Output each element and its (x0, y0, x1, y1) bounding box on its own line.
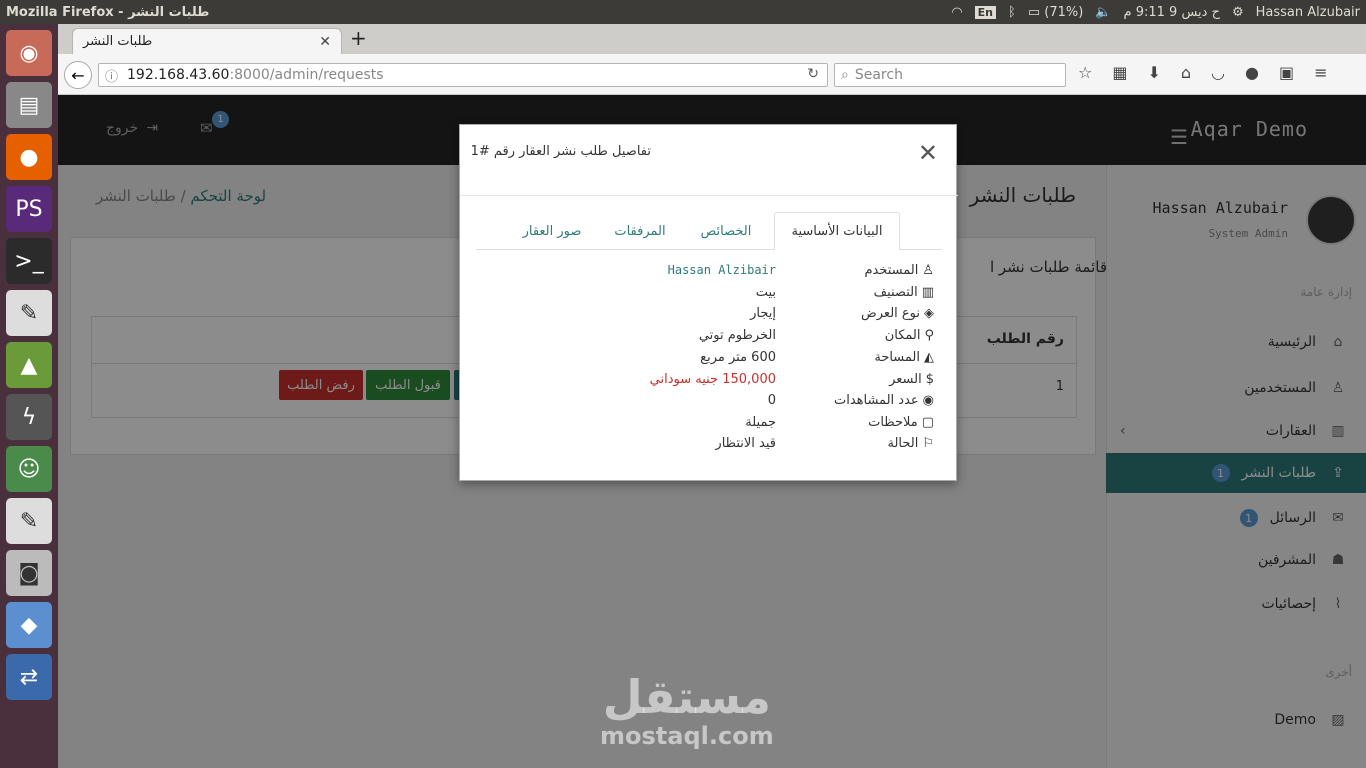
detail-row-offer-type: ◈ نوع العرض إيجار (476, 306, 934, 326)
window-title: Mozilla Firefox - طلبات النشر (6, 4, 210, 20)
new-tab-icon[interactable]: + (350, 26, 367, 50)
detail-label: ♙ المستخدم (864, 263, 934, 278)
detail-label: ◉ عدد المشاهدات (833, 393, 934, 408)
tab-features[interactable]: الخصائص (684, 212, 768, 250)
detail-value-notes: جميلة (745, 415, 776, 430)
clock[interactable]: ح ديس 9 9:11 م (1124, 5, 1220, 20)
url-path: :8000/admin/requests (229, 67, 384, 83)
note-icon: ▢ (921, 415, 934, 430)
volume-icon[interactable]: 🔈 (1095, 5, 1111, 20)
search-icon: ⌕ (841, 67, 849, 83)
android-studio-icon[interactable]: ▲ (6, 342, 52, 388)
keyboard-layout-indicator[interactable]: En (974, 5, 997, 19)
ubuntu-dash-icon[interactable]: ◉ (6, 30, 52, 76)
extension-icon[interactable]: ● (1245, 63, 1259, 82)
tab-title: طلبات النشر (83, 34, 153, 49)
detail-value-area: 600 متر مربع (700, 350, 776, 365)
detail-label: $ السعر (889, 372, 934, 387)
download-icon[interactable]: ⬇ (1147, 63, 1160, 82)
modal-tabs: البيانات الأساسية الخصائص المرفقات صور ا… (476, 212, 942, 250)
remote-desktop-icon[interactable]: ⇄ (6, 654, 52, 700)
reading-list-icon[interactable]: ▦ (1112, 63, 1127, 82)
url-host: 192.168.43.60 (127, 67, 230, 83)
detail-row-views: ◉ عدد المشاهدات 0 (476, 393, 934, 413)
watermark-arabic: مستقل (602, 670, 771, 724)
detail-value-user[interactable]: Hassan Alzibair (668, 263, 776, 277)
os-top-bar: Mozilla Firefox - طلبات النشر ◠ En ᛒ ▭ (… (0, 0, 1366, 24)
area-chart-icon: ◭ (924, 350, 934, 365)
modal-title: تفاصيل طلب نشر العقار رقم #1 (470, 144, 651, 159)
detail-value-location: الخرطوم توتي (698, 328, 776, 343)
search-placeholder: Search (854, 67, 903, 83)
battery-indicator[interactable]: ▭ (71%) (1028, 5, 1083, 20)
detail-value-price: 150,000 جنيه سوداني (649, 372, 776, 387)
eye-icon: ◉ (922, 393, 934, 408)
detail-value-category: بيت (755, 285, 776, 300)
detail-row-location: ⚲ المكان الخرطوم توتي (476, 328, 934, 348)
watermark: مستقل mostaql.com (600, 672, 774, 750)
modal-divider (460, 195, 958, 196)
menu-icon[interactable]: ≡ (1314, 63, 1327, 82)
close-tab-icon[interactable]: ✕ (319, 34, 331, 50)
detail-row-status: ⚐ الحالة قيد الانتظار (476, 436, 934, 456)
detail-label: ⚐ الحالة (887, 436, 934, 451)
detail-label: ◈ نوع العرض (861, 306, 934, 321)
reload-icon[interactable]: ↻ (807, 66, 819, 82)
tags-icon: ◈ (924, 306, 934, 321)
detail-label: ◭ المساحة (874, 350, 934, 365)
terminal-icon[interactable]: >_ (6, 238, 52, 284)
files-icon[interactable]: ▤ (6, 82, 52, 128)
detail-label: ▢ ملاحظات (868, 415, 934, 430)
settings-gear-icon[interactable]: ⚙ (1232, 5, 1244, 20)
browser-nav-bar: ← ⓘ 192.168.43.60:8000/admin/requests ↻ … (58, 54, 1366, 95)
user-icon: ♙ (922, 263, 934, 278)
toolbar-icons: ☆ ▦ ⬇ ⌂ ◡ ● ▣ ≡ (1078, 63, 1328, 82)
extension-2-icon[interactable]: ▣ (1279, 63, 1294, 82)
detail-label: ⚲ المكان (884, 328, 934, 343)
camera-icon[interactable]: ◙ (6, 550, 52, 596)
detail-row-area: ◭ المساحة 600 متر مربع (476, 350, 934, 370)
text-editor-icon[interactable]: ✎ (6, 290, 52, 336)
back-icon[interactable]: ← (64, 61, 92, 89)
building-icon: ▥ (921, 285, 934, 300)
flag-icon: ⚐ (922, 436, 934, 451)
detail-value-views: 0 (767, 393, 776, 408)
pocket-icon[interactable]: ◡ (1211, 63, 1225, 82)
bookmark-star-icon[interactable]: ☆ (1078, 63, 1092, 82)
detail-row-user: ♙ المستخدم Hassan Alzibair (476, 263, 934, 283)
browser-tab-bar: طلبات النشر ✕ + (58, 24, 1366, 54)
launcher: ◉ ▤ ● PS >_ ✎ ▲ ϟ ☺ ✎ ◙ ◆ ⇄ (0, 24, 58, 768)
site-info-icon[interactable]: ⓘ (105, 66, 118, 85)
watermark-english: mostaql.com (600, 722, 774, 750)
detail-value-status: قيد الانتظار (715, 436, 776, 451)
search-input[interactable]: ⌕ Search (834, 63, 1066, 87)
close-icon[interactable]: ✕ (918, 139, 938, 167)
tab-attachments[interactable]: المرفقات (598, 212, 682, 250)
phpstorm-icon[interactable]: PS (6, 186, 52, 232)
map-marker-icon: ⚲ (924, 328, 934, 343)
detail-row-price: $ السعر 150,000 جنيه سوداني (476, 372, 934, 392)
detail-value-offer-type: إيجار (750, 306, 776, 321)
wifi-icon[interactable]: ◠ (951, 5, 962, 20)
sublime-icon[interactable]: ϟ (6, 394, 52, 440)
game-icon[interactable]: ☺ (6, 446, 52, 492)
request-details-modal: تفاصيل طلب نشر العقار رقم #1 ✕ البيانات … (459, 124, 958, 481)
detail-row-category: ▥ التصنيف بيت (476, 285, 934, 305)
bluetooth-icon[interactable]: ᛒ (1008, 5, 1016, 20)
url-bar[interactable]: ⓘ 192.168.43.60:8000/admin/requests ↻ (98, 63, 828, 87)
dollar-icon: $ (925, 372, 934, 387)
session-user[interactable]: Hassan Alzubair (1256, 5, 1360, 20)
detail-label: ▥ التصنيف (873, 285, 934, 300)
firefox-icon[interactable]: ● (6, 134, 52, 180)
browser-tab[interactable]: طلبات النشر ✕ (72, 28, 342, 54)
virtualbox-icon[interactable]: ◆ (6, 602, 52, 648)
battery-icon: ▭ (1027, 4, 1041, 20)
battery-percent: (71%) (1044, 4, 1084, 20)
tab-photos[interactable]: صور العقار (510, 212, 594, 250)
home-icon[interactable]: ⌂ (1181, 63, 1191, 82)
tab-basic-info[interactable]: البيانات الأساسية (774, 212, 900, 250)
gedit-icon[interactable]: ✎ (6, 498, 52, 544)
detail-row-notes: ▢ ملاحظات جميلة (476, 415, 934, 435)
